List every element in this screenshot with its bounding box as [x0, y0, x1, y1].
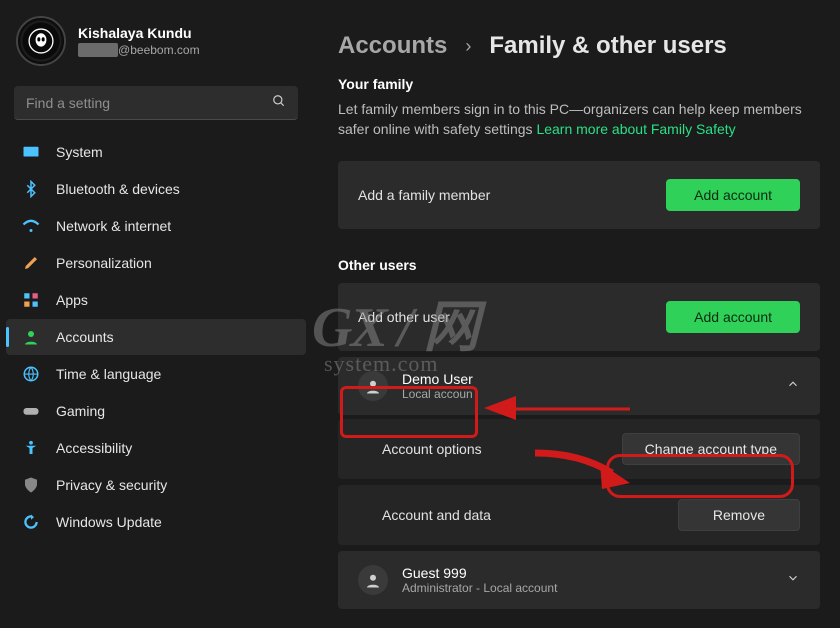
- wifi-icon: [22, 217, 40, 235]
- demo-user-info: Demo User Local accoun: [402, 371, 473, 401]
- account-options-label: Account options: [382, 441, 482, 457]
- guest-user-info: Guest 999 Administrator - Local account: [402, 565, 557, 595]
- user-name-label: Kishalaya Kundu: [78, 25, 200, 41]
- sidebar: Kishalaya Kundu hidden@beebom.com System…: [0, 0, 312, 628]
- person-circle-icon: [358, 565, 388, 595]
- add-other-label: Add other user: [358, 309, 450, 325]
- family-section-title: Your family: [338, 76, 820, 92]
- nav-list: System Bluetooth & devices Network & int…: [0, 134, 312, 540]
- sidebar-item-system[interactable]: System: [6, 134, 306, 170]
- search-input[interactable]: [14, 86, 298, 120]
- add-other-button[interactable]: Add account: [666, 301, 800, 333]
- demo-user-name: Demo User: [402, 371, 473, 387]
- add-other-card: Add other user Add account: [338, 283, 820, 351]
- sidebar-item-network[interactable]: Network & internet: [6, 208, 306, 244]
- sidebar-item-update[interactable]: Windows Update: [6, 504, 306, 540]
- guest-user-role: Administrator - Local account: [402, 581, 557, 595]
- account-options-row: Account options Change account type: [338, 419, 820, 479]
- breadcrumb: Accounts › Family & other users: [338, 32, 820, 60]
- sidebar-item-label: Bluetooth & devices: [56, 181, 180, 197]
- user-email-label: hidden@beebom.com: [78, 43, 200, 57]
- user-info: Kishalaya Kundu hidden@beebom.com: [78, 25, 200, 57]
- sidebar-item-label: Network & internet: [56, 218, 171, 234]
- apps-icon: [22, 291, 40, 309]
- remove-button[interactable]: Remove: [678, 499, 800, 531]
- breadcrumb-parent[interactable]: Accounts: [338, 32, 447, 60]
- sidebar-item-privacy[interactable]: Privacy & security: [6, 467, 306, 503]
- system-icon: [22, 143, 40, 161]
- family-safety-link[interactable]: Learn more about Family Safety: [536, 121, 735, 137]
- sidebar-item-accessibility[interactable]: Accessibility: [6, 430, 306, 466]
- sidebar-item-label: Apps: [56, 292, 88, 308]
- avatar: [16, 16, 66, 66]
- sidebar-item-label: Windows Update: [56, 514, 162, 530]
- add-family-card: Add a family member Add account: [338, 161, 820, 229]
- account-data-label: Account and data: [382, 507, 491, 523]
- brush-icon: [22, 254, 40, 272]
- sidebar-item-apps[interactable]: Apps: [6, 282, 306, 318]
- update-icon: [22, 513, 40, 531]
- demo-user-role: Local accoun: [402, 387, 473, 401]
- family-section-desc: Let family members sign in to this PC—or…: [338, 100, 820, 139]
- search-field[interactable]: [26, 95, 272, 111]
- search-icon: [272, 94, 286, 111]
- change-account-type-button[interactable]: Change account type: [622, 433, 800, 465]
- main-content: Accounts › Family & other users Your fam…: [312, 0, 840, 628]
- sidebar-item-time[interactable]: Time & language: [6, 356, 306, 392]
- person-icon: [22, 328, 40, 346]
- sidebar-item-gaming[interactable]: Gaming: [6, 393, 306, 429]
- sidebar-item-label: Privacy & security: [56, 477, 167, 493]
- sidebar-item-accounts[interactable]: Accounts: [6, 319, 306, 355]
- chevron-right-icon: ›: [465, 36, 471, 57]
- sidebar-item-label: Personalization: [56, 255, 152, 271]
- bluetooth-icon: [22, 180, 40, 198]
- sidebar-item-label: Accounts: [56, 329, 114, 345]
- shield-icon: [22, 476, 40, 494]
- demo-user-card[interactable]: Demo User Local accoun: [338, 357, 820, 415]
- gamepad-icon: [22, 402, 40, 420]
- chevron-up-icon: [786, 377, 800, 396]
- other-users-title: Other users: [338, 257, 820, 273]
- chevron-down-icon: [786, 571, 800, 590]
- sidebar-item-label: System: [56, 144, 103, 160]
- alien-icon: [28, 28, 54, 54]
- account-data-row: Account and data Remove: [338, 485, 820, 545]
- sidebar-item-label: Gaming: [56, 403, 105, 419]
- guest-user-card[interactable]: Guest 999 Administrator - Local account: [338, 551, 820, 609]
- sidebar-item-bluetooth[interactable]: Bluetooth & devices: [6, 171, 306, 207]
- person-circle-icon: [358, 371, 388, 401]
- add-family-label: Add a family member: [358, 187, 490, 203]
- user-header[interactable]: Kishalaya Kundu hidden@beebom.com: [0, 6, 312, 84]
- guest-user-name: Guest 999: [402, 565, 557, 581]
- sidebar-item-label: Time & language: [56, 366, 161, 382]
- breadcrumb-current: Family & other users: [489, 32, 726, 60]
- add-family-button[interactable]: Add account: [666, 179, 800, 211]
- globe-icon: [22, 365, 40, 383]
- accessibility-icon: [22, 439, 40, 457]
- sidebar-item-personalization[interactable]: Personalization: [6, 245, 306, 281]
- sidebar-item-label: Accessibility: [56, 440, 132, 456]
